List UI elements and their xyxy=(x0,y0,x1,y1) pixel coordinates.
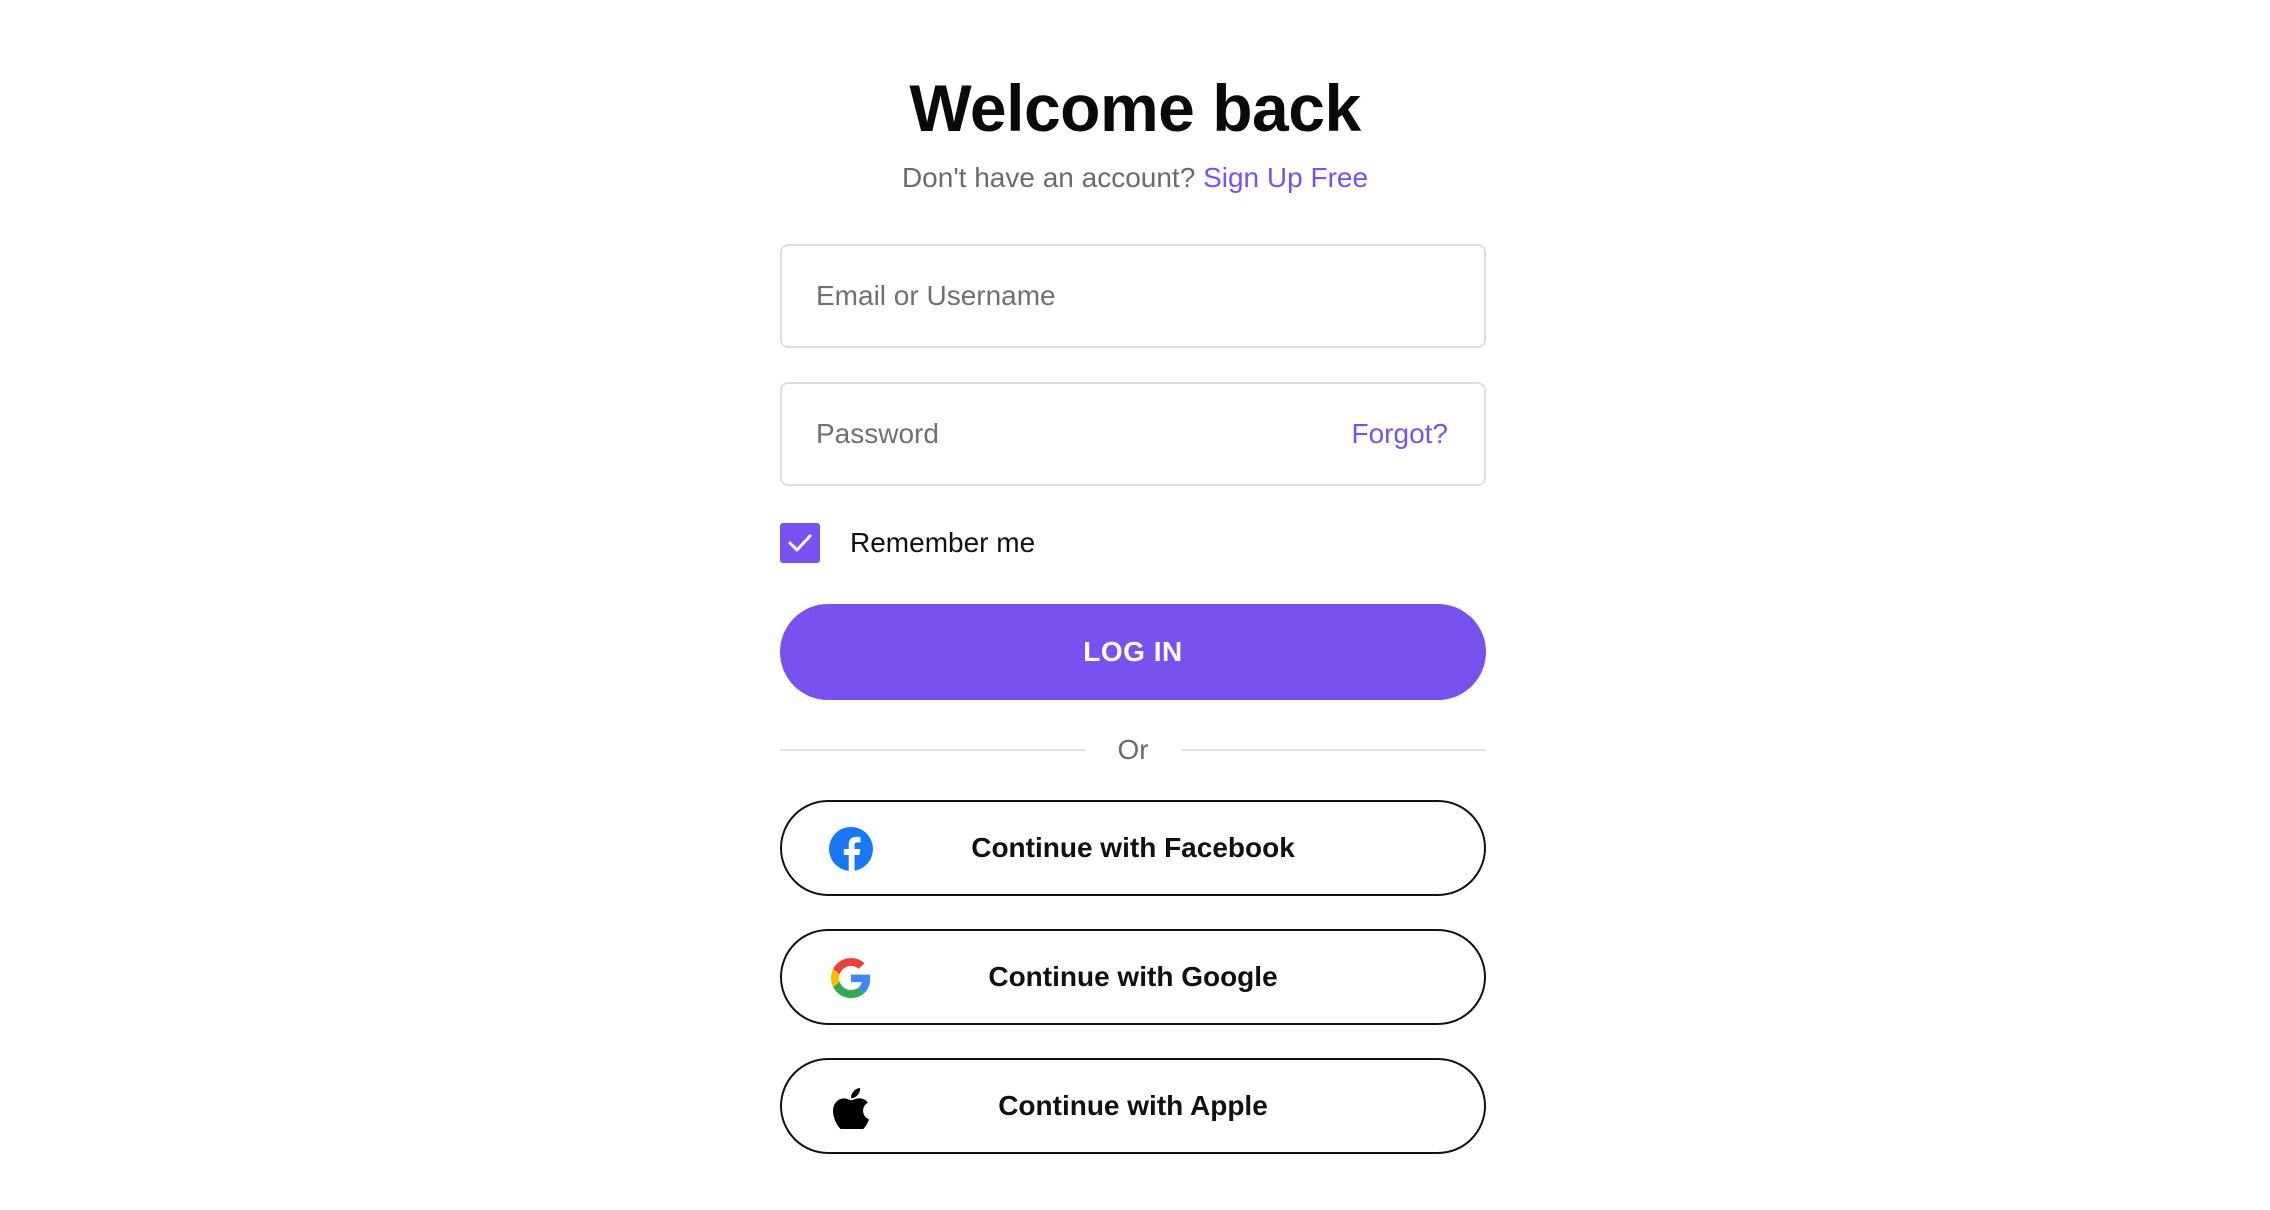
password-field-container: Forgot? xyxy=(780,382,1486,486)
google-login-label: Continue with Google xyxy=(988,961,1278,992)
divider-label: Or xyxy=(1117,734,1149,765)
page-title: Welcome back xyxy=(909,71,1361,145)
remember-me-row: Remember me xyxy=(780,522,1486,564)
signup-prompt: Don't have an account? Sign Up Free xyxy=(0,158,2270,198)
facebook-login-button[interactable]: Continue with Facebook xyxy=(780,800,1486,896)
remember-me-label: Remember me xyxy=(850,527,1036,558)
signup-prompt-text: Don't have an account? xyxy=(901,162,1196,193)
apple-login-button[interactable]: Continue with Apple xyxy=(780,1058,1486,1154)
password-field[interactable] xyxy=(816,384,1336,484)
facebook-icon xyxy=(828,826,874,872)
email-field-container xyxy=(780,244,1486,348)
facebook-login-label: Continue with Facebook xyxy=(971,832,1295,863)
forgot-password-link[interactable]: Forgot? xyxy=(1352,384,1449,484)
google-icon xyxy=(828,955,874,1001)
google-login-button[interactable]: Continue with Google xyxy=(780,929,1486,1025)
or-divider: Or xyxy=(780,730,1486,770)
login-page: Welcome back Don't have an account? Sign… xyxy=(0,0,2270,1210)
email-field[interactable] xyxy=(816,246,1336,346)
divider-line-left xyxy=(780,749,1085,751)
remember-me-checkbox[interactable] xyxy=(780,523,820,563)
login-button[interactable]: LOG IN xyxy=(780,604,1486,700)
apple-icon xyxy=(828,1084,874,1130)
signup-link[interactable]: Sign Up Free xyxy=(1203,162,1368,193)
apple-login-label: Continue with Apple xyxy=(998,1090,1268,1121)
checkmark-icon xyxy=(788,534,812,552)
login-form: Forgot? Remember me LOG IN Or Con xyxy=(780,244,1486,1154)
divider-line-right xyxy=(1181,749,1486,751)
